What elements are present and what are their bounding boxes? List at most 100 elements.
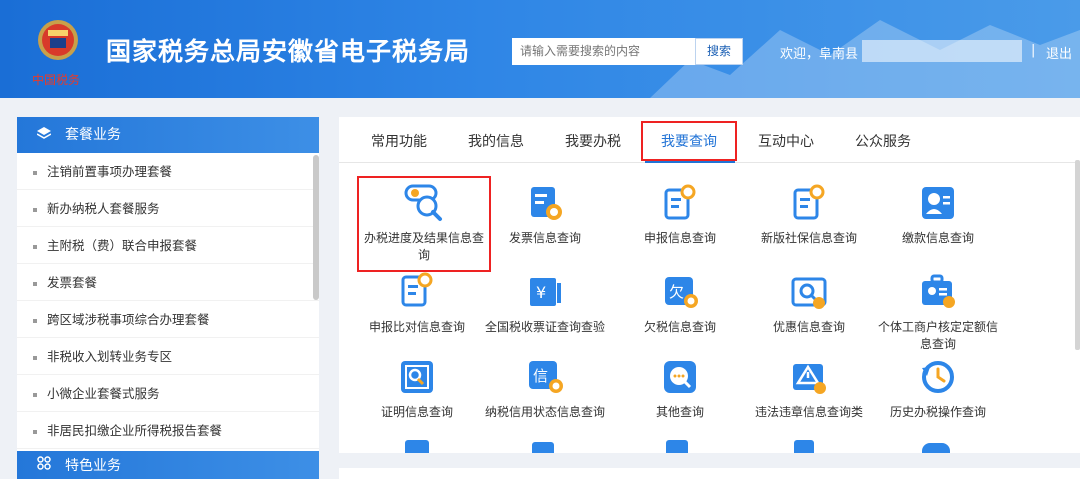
sidebar-section-package[interactable]: 套餐业务 <box>17 117 319 153</box>
header-separator: | <box>1031 43 1036 58</box>
tile-history-query[interactable]: 历史办税操作查询 <box>873 356 1003 421</box>
sidebar-item-label: 新办纳税人套餐服务 <box>47 201 160 216</box>
tile-label: 全国税收票证查询查验 <box>484 320 605 334</box>
sidebar-section-title: 套餐业务 <box>65 127 121 143</box>
tile-social-security-query[interactable]: 新版社保信息查询 <box>744 182 874 247</box>
sidebar-item[interactable]: 非居民扣缴企业所得税报告套餐 <box>17 412 319 449</box>
tile-other-query[interactable]: 其他查询 <box>615 356 745 421</box>
tile-label: 申报信息查询 <box>643 231 716 245</box>
site-title: 国家税务总局安徽省电子税务局 <box>106 37 471 66</box>
tile-payment-query[interactable]: 缴款信息查询 <box>873 182 1003 247</box>
tile-label: 证明信息查询 <box>380 405 453 419</box>
tile-label: 新版社保信息查询 <box>760 231 857 245</box>
tab-tax-handling[interactable]: 我要办税 <box>565 131 621 151</box>
tax-certificate-icon: ¥ <box>530 278 561 306</box>
sidebar-item[interactable]: 小微企业套餐式服务 <box>17 375 319 412</box>
partial-icon <box>794 440 814 453</box>
sidebar-item-label: 非税收入划转业务专区 <box>47 349 173 364</box>
owed-tax-icon: 欠 <box>665 277 698 308</box>
sidebar-item-label: 主附税（费）联合申报套餐 <box>47 238 198 253</box>
welcome-text: 欢迎，阜南县 <box>780 47 859 62</box>
partial-icon <box>405 440 429 453</box>
bullet-icon <box>33 170 37 175</box>
tile-label: 纳税信用状态信息查询 <box>484 405 605 419</box>
tile-violation-query[interactable]: 违法违章信息查询类 <box>744 356 874 421</box>
sidebar-item[interactable]: 注销前置事项办理套餐 <box>17 153 319 190</box>
tax-emblem-logo: 中国税务 <box>32 20 80 87</box>
invoice-search-icon <box>531 187 562 220</box>
tile-certificate-query[interactable]: 证明信息查询 <box>352 356 482 421</box>
sidebar-item-label: 注销前置事项办理套餐 <box>47 164 173 179</box>
tile-label: 欠税信息查询 <box>643 320 716 334</box>
tile-discount-query[interactable]: 优惠信息查询 <box>744 271 874 336</box>
sidebar-item[interactable]: 发票套餐 <box>17 264 319 301</box>
search-button[interactable]: 搜索 <box>695 38 743 65</box>
sidebar-list: 注销前置事项办理套餐 新办纳税人套餐服务 主附税（费）联合申报套餐 发票套餐 跨… <box>17 153 319 449</box>
tab-my-info[interactable]: 我的信息 <box>468 131 524 151</box>
violation-search-icon <box>793 364 826 394</box>
tab-highlight-box <box>641 121 737 161</box>
compare-search-icon <box>401 272 433 307</box>
tile-individual-business-query[interactable]: 个体工商户核定定额信息查询 <box>873 271 1003 353</box>
grid-icon <box>37 451 51 479</box>
partial-icon <box>666 440 688 453</box>
lower-panel <box>339 468 1080 479</box>
sidebar-item-label: 发票套餐 <box>47 275 98 290</box>
main-scrollbar[interactable] <box>1075 160 1080 350</box>
bullet-icon <box>33 429 37 434</box>
tile-tax-certificate-query[interactable]: ¥ 全国税收票证查询查验 <box>480 271 610 336</box>
tile-owed-tax-query[interactable]: 欠 欠税信息查询 <box>615 271 745 336</box>
sidebar-item[interactable]: 跨区域涉税事项综合办理套餐 <box>17 301 319 338</box>
social-security-search-icon <box>793 184 825 220</box>
tab-common-functions[interactable]: 常用功能 <box>371 131 427 151</box>
tile-label: 历史办税操作查询 <box>889 405 986 419</box>
tile-row-partial <box>339 440 1075 453</box>
tile-label: 个体工商户核定定额信息查询 <box>877 320 998 351</box>
tile-label: 申报比对信息查询 <box>368 320 465 334</box>
certificate-search-icon <box>401 361 433 393</box>
other-search-icon <box>664 361 696 393</box>
bullet-icon <box>33 281 37 286</box>
sidebar-item-label: 小微企业套餐式服务 <box>47 386 160 401</box>
tile-compare-query[interactable]: 申报比对信息查询 <box>352 271 482 336</box>
sidebar-section-title: 特色业务 <box>65 458 121 474</box>
tab-interaction-center[interactable]: 互动中心 <box>758 131 814 151</box>
svg-text:¥: ¥ <box>536 283 546 302</box>
tile-label: 缴款信息查询 <box>901 231 974 245</box>
logout-link[interactable]: 退出 <box>1046 43 1072 62</box>
header: 中国税务 国家税务总局安徽省电子税务局 搜索 欢迎，阜南县 | 退出 <box>0 0 1080 98</box>
tile-invoice-query[interactable]: 发票信息查询 <box>480 182 610 247</box>
bullet-icon <box>33 207 37 212</box>
tab-public-services[interactable]: 公众服务 <box>855 131 911 151</box>
tile-label: 违法违章信息查询类 <box>754 405 863 419</box>
bullet-icon <box>33 244 37 249</box>
sidebar-item-label: 非居民扣缴企业所得税报告套餐 <box>47 423 223 438</box>
redacted-username <box>862 40 1022 62</box>
sidebar: 套餐业务 注销前置事项办理套餐 新办纳税人套餐服务 主附税（费）联合申报套餐 发… <box>17 117 319 479</box>
svg-text:信: 信 <box>533 367 548 385</box>
payment-profile-icon <box>922 187 954 219</box>
search-input[interactable] <box>512 38 695 65</box>
svg-text:中国税务: 中国税务 <box>32 72 80 87</box>
svg-text:欠: 欠 <box>669 283 684 301</box>
tile-declaration-query[interactable]: 申报信息查询 <box>615 182 745 247</box>
tile-highlight-box <box>357 176 491 272</box>
partial-icon <box>922 443 950 453</box>
sidebar-item[interactable]: 非税收入划转业务专区 <box>17 338 319 375</box>
sidebar-section-featured[interactable]: 特色业务 <box>17 451 319 479</box>
declaration-search-icon <box>664 184 696 220</box>
sidebar-item-label: 跨区域涉税事项综合办理套餐 <box>47 312 210 327</box>
tile-label: 其他查询 <box>655 405 704 419</box>
tile-label: 发票信息查询 <box>508 231 581 245</box>
bullet-icon <box>33 355 37 360</box>
sidebar-scrollbar[interactable] <box>313 155 319 300</box>
partial-icon <box>532 442 554 453</box>
tile-credit-status-query[interactable]: 信 纳税信用状态信息查询 <box>480 356 610 421</box>
discount-search-icon <box>791 277 827 309</box>
history-icon <box>922 361 954 393</box>
sidebar-item[interactable]: 新办纳税人套餐服务 <box>17 190 319 227</box>
credit-status-icon: 信 <box>529 361 563 393</box>
bullet-icon <box>33 392 37 397</box>
active-tab-indicator <box>645 161 735 163</box>
sidebar-item[interactable]: 主附税（费）联合申报套餐 <box>17 227 319 264</box>
